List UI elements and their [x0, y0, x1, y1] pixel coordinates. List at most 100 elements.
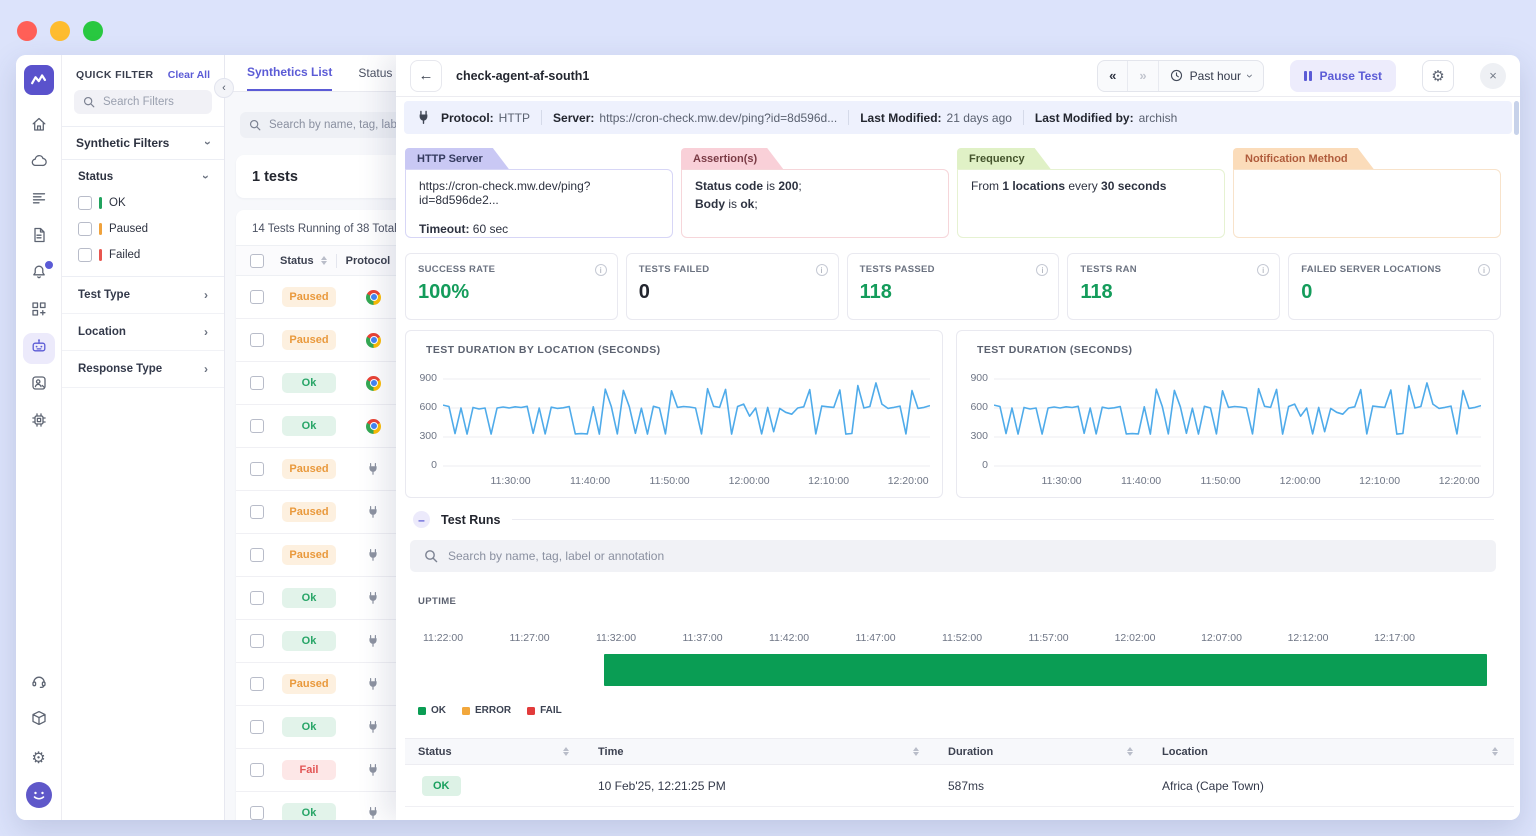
filter-group-location[interactable]: Location›	[62, 314, 224, 351]
runs-column-location[interactable]: Location	[1149, 746, 1514, 758]
config-card-label: Notification Method	[1233, 148, 1374, 169]
uptime-bar-ok[interactable]	[604, 654, 1487, 686]
column-protocol[interactable]: Protocol	[346, 255, 391, 267]
checkbox[interactable]	[78, 222, 92, 236]
runs-column-duration[interactable]: Duration	[935, 746, 1149, 758]
uptime-tick: 12:07:00	[1201, 632, 1242, 644]
row-checkbox[interactable]	[250, 591, 264, 605]
row-checkbox[interactable]	[250, 376, 264, 390]
row-checkbox[interactable]	[250, 806, 264, 820]
scrollbar-thumb[interactable]	[1514, 101, 1519, 135]
detail-header: ← check-agent-af-south1 « » Past hour › …	[396, 55, 1520, 97]
nav-synthetics-bot[interactable]	[23, 333, 55, 364]
x-axis-tick: 12:00:00	[729, 475, 770, 487]
status-option-paused[interactable]: Paused	[62, 216, 224, 242]
row-checkbox[interactable]	[250, 677, 264, 691]
runs-table-row[interactable]: OK10 Feb'25, 12:21:25 PM587msAfrica (Cap…	[405, 765, 1514, 807]
search-icon	[249, 119, 261, 131]
pause-test-button[interactable]: Pause Test	[1290, 60, 1396, 92]
time-range-select[interactable]: Past hour ›	[1159, 61, 1263, 91]
clock-icon	[1170, 69, 1183, 82]
time-range-value: Past hour	[1190, 69, 1241, 83]
traffic-light-zoom[interactable]	[83, 21, 103, 41]
tab-synthetics-list[interactable]: Synthetics List	[247, 55, 332, 91]
sort-icon[interactable]	[563, 747, 569, 756]
status-option-failed[interactable]: Failed	[62, 242, 224, 268]
chevron-down-icon: ›	[1243, 74, 1257, 78]
nav-home[interactable]	[23, 111, 55, 142]
filter-group-response-type[interactable]: Response Type›	[62, 351, 224, 388]
sort-icon[interactable]	[321, 256, 327, 265]
filter-group-test-type[interactable]: Test Type›	[62, 277, 224, 314]
info-icon[interactable]: i	[1478, 264, 1490, 276]
config-card-body	[1233, 169, 1501, 238]
window-controls[interactable]	[17, 21, 103, 41]
sort-icon[interactable]	[1127, 747, 1133, 756]
config-card-http-server: HTTP Serverhttps://cron-check.mw.dev/pin…	[405, 148, 673, 238]
row-checkbox[interactable]	[250, 763, 264, 777]
nav-cloud[interactable]	[23, 148, 55, 179]
list-search-input[interactable]	[269, 119, 413, 131]
status-badge-ok: Ok	[282, 373, 336, 393]
column-status[interactable]: Status	[280, 255, 314, 267]
info-icon[interactable]: i	[595, 264, 607, 276]
y-axis-tick: 600	[410, 401, 437, 413]
filter-search[interactable]	[74, 90, 212, 114]
close-button[interactable]: ×	[1480, 63, 1506, 89]
row-checkbox[interactable]	[250, 333, 264, 347]
user-avatar-icon	[26, 782, 52, 808]
nav-document[interactable]	[23, 222, 55, 253]
info-icon[interactable]: i	[1257, 264, 1269, 276]
row-checkbox[interactable]	[250, 462, 264, 476]
app-logo[interactable]	[24, 65, 54, 95]
status-option-ok[interactable]: OK	[62, 190, 224, 216]
stat-value: 100%	[418, 281, 605, 304]
runs-table: StatusTimeDurationLocation OK10 Feb'25, …	[405, 738, 1514, 820]
clear-all-button[interactable]: Clear All	[168, 69, 210, 81]
filter-search-input[interactable]	[103, 96, 203, 108]
collapse-filters-button[interactable]: ‹	[214, 78, 234, 98]
info-icon[interactable]: i	[816, 264, 828, 276]
nav-session-recording[interactable]	[23, 370, 55, 401]
prev-range-button[interactable]: «	[1098, 61, 1127, 91]
row-checkbox[interactable]	[250, 290, 264, 304]
nav-notifications[interactable]	[23, 259, 55, 290]
runs-search[interactable]	[410, 540, 1496, 572]
traffic-light-minimize[interactable]	[50, 21, 70, 41]
row-checkbox[interactable]	[250, 634, 264, 648]
nav-support-headset[interactable]	[23, 668, 55, 699]
next-range-button[interactable]: »	[1128, 61, 1157, 91]
nav-logs[interactable]	[23, 185, 55, 216]
collapse-section-button[interactable]: –	[413, 511, 430, 528]
status-badge: Paused	[276, 674, 342, 694]
status-badge-paused: Paused	[282, 330, 336, 350]
back-button[interactable]: ←	[410, 60, 442, 92]
select-all-checkbox[interactable]	[250, 254, 264, 268]
runs-column-time[interactable]: Time	[585, 746, 935, 758]
row-checkbox[interactable]	[250, 419, 264, 433]
row-checkbox[interactable]	[250, 548, 264, 562]
sort-icon[interactable]	[1492, 747, 1498, 756]
nav-package[interactable]	[23, 705, 55, 736]
traffic-light-close[interactable]	[17, 21, 37, 41]
settings-button[interactable]: ⚙	[1422, 60, 1454, 92]
runs-column-status[interactable]: Status	[405, 746, 585, 758]
row-checkbox[interactable]	[250, 720, 264, 734]
info-icon[interactable]: i	[1036, 264, 1048, 276]
nav-infrastructure[interactable]	[23, 407, 55, 438]
nav-dashboard-builder[interactable]	[23, 296, 55, 327]
list-search[interactable]	[240, 112, 422, 138]
checkbox[interactable]	[78, 248, 92, 262]
nav-user-avatar[interactable]	[23, 779, 55, 810]
http-plug-icon	[366, 720, 380, 734]
sort-icon[interactable]	[913, 747, 919, 756]
nav-settings-gear[interactable]: ⚙	[23, 742, 55, 773]
status-filter-header[interactable]: Status ›	[62, 160, 224, 190]
synthetic-filters-section[interactable]: Synthetic Filters ›	[62, 126, 224, 160]
checkbox[interactable]	[78, 196, 92, 210]
tab-status[interactable]: Status	[358, 55, 392, 91]
filter-group-label: Test Type	[78, 289, 130, 301]
runs-search-input[interactable]	[448, 549, 1482, 563]
row-checkbox[interactable]	[250, 505, 264, 519]
y-axis-tick: 600	[961, 401, 988, 413]
